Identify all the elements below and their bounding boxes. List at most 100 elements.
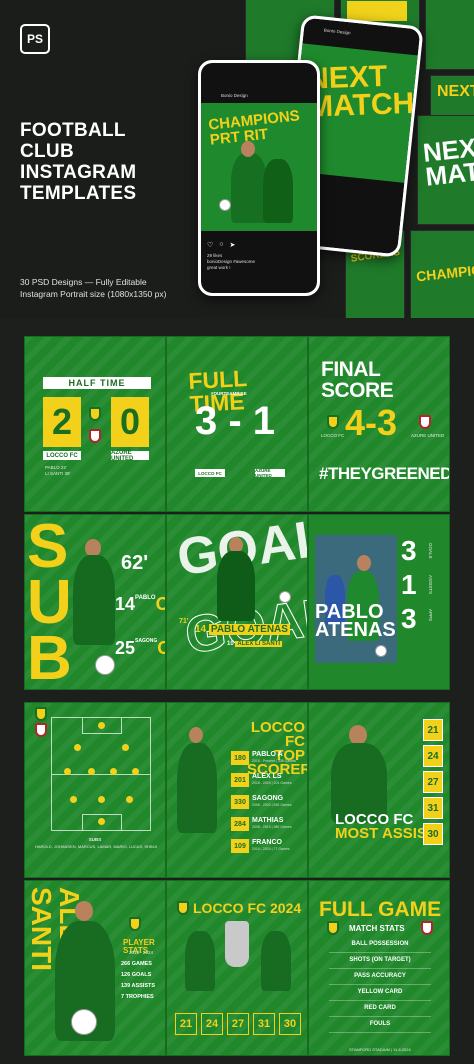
scorer-row: 330 SAGONG 2008 - 2020 | 530 Games — [231, 795, 307, 813]
crest-icon — [177, 901, 189, 915]
scorer-goals: 109 — [231, 839, 249, 853]
scorer-row: 284 MATHIAS 2008 - 2019 | 380 Games — [231, 817, 307, 835]
hero-banner: NEXT NEXTMATCH TOP SCORERS CHAMPIONS PS … — [0, 0, 474, 318]
trophy-icon — [225, 921, 249, 967]
player-stat-row: 126 GOALS — [121, 972, 152, 978]
scorer-sub: 2018 - Present | 338 Games — [252, 759, 296, 763]
card-substitution[interactable]: SUBS 62' 14PABLOON 25SAGONGOFF — [24, 514, 166, 690]
score: 4-3 — [345, 402, 398, 443]
bg-title-next-match: NEXT MATCH — [421, 130, 474, 192]
card-season[interactable]: LOCCO FC 2024 21 24 27 31 30 — [166, 880, 308, 1056]
scorer-row: 201 ALEX LS 2018 - 2024 | 201 Games — [231, 773, 307, 791]
card-goal[interactable]: GOAL GOAL 71' 14 PABLO ATENAS 10 ALEX LI… — [166, 514, 308, 690]
away-team: AZURE UNITED — [255, 468, 285, 478]
home-team: LOCCO FC — [195, 469, 225, 477]
home-crest-icon — [35, 707, 47, 721]
player-name: PABLO ATENAS — [315, 601, 396, 641]
title-line: INSTAGRAM — [20, 162, 137, 183]
away-crest-icon — [35, 723, 47, 737]
most-assist-title: LOCCO FC MOST ASSIST — [335, 811, 437, 842]
card-half-time[interactable]: HALF TIME 2 0 LOCCO FC AZURE UNITED PABL… — [24, 336, 166, 512]
match-stat-row: YELLOW CARD — [329, 989, 431, 1001]
player-stat-row: 266 GAMES — [121, 961, 152, 967]
match-stat-row: PASS ACCURACY — [329, 973, 431, 985]
season-number: 31 — [253, 1013, 275, 1035]
card-lineup[interactable]: SUBS HAROLD, JOHANSEN, MARCUS, LAMAR, MA… — [24, 702, 166, 878]
scorer-goals: 330 — [231, 795, 249, 809]
assist-number: 24 — [423, 745, 443, 767]
away-team: AZURE UNITED — [111, 450, 149, 462]
match-stat-row: FOULS — [329, 1021, 431, 1033]
home-score: 2 — [43, 397, 81, 447]
scorer-name: ALEX LS — [252, 773, 282, 780]
away-crest-icon — [421, 921, 433, 935]
card-final-score[interactable]: FINAL SCORE 4-3 LOCCO FC AZURE UNITED #T… — [308, 336, 450, 512]
scorer-row: 180 PABLO A 2018 - Present | 338 Games — [231, 751, 307, 769]
comment-icon[interactable]: ○ — [219, 241, 223, 249]
season-title: LOCCO FC 2024 — [193, 900, 302, 916]
scorer-sub: 2008 - 2020 | 530 Games — [252, 803, 292, 807]
card-top-scorers[interactable]: LOCCO FCTOP SCORERS 180PABLO A2018 - Pre… — [166, 702, 308, 878]
assist-number: 21 — [423, 719, 443, 741]
home-team: LOCCO FC — [43, 451, 81, 460]
sub-minute: 62' — [121, 552, 149, 574]
title-line: CLUB — [20, 141, 74, 162]
assist-number: 27 — [423, 771, 443, 793]
goal-scorer: 14 PABLO ATENAS — [195, 624, 290, 635]
goal-minute: 71' — [179, 618, 189, 625]
pitch-diagram — [51, 717, 151, 831]
subs-names: HAROLD, JOHANSEN, MARCUS, LAMAR, MARIO, … — [34, 844, 158, 849]
subs-big-text: SUBS — [27, 514, 72, 690]
scorer-goals: 201 — [231, 773, 249, 787]
home-crest-icon — [327, 415, 339, 429]
card-most-assist[interactable]: LOCCO FC MOST ASSIST 21 24 27 31 30 — [308, 702, 450, 878]
match-stat-row: SHOTS (ON TARGET) — [329, 957, 431, 969]
scorer-sub: 2018 - 2024 | 201 Games — [252, 781, 292, 785]
season-number: 21 — [175, 1013, 197, 1035]
card-full-game[interactable]: FULL GAME MATCH STATS BALL POSSESSION SHO… — [308, 880, 450, 1056]
goals-count: 3 — [401, 535, 417, 566]
apps-count: 3 — [401, 603, 417, 634]
hashtag: #THEYGREENED — [319, 464, 450, 483]
match-stat-row: BALL POSSESSION — [329, 941, 431, 953]
away-score: 0 — [111, 397, 149, 447]
match-stat-row: RED CARD — [329, 1005, 431, 1017]
card-full-time[interactable]: FULL TIME #OURTEAMRISE 3 - 1 LOCCO FC AZ… — [166, 336, 308, 512]
away-crest-icon — [89, 429, 101, 443]
scorer-row: 109 FRANCO 2010 - 2024 | 77 Games — [231, 839, 307, 857]
scorer-goals: 180 — [231, 751, 249, 765]
photoshop-logo-icon: PS — [20, 24, 50, 54]
phone2-title: NEXT MATCH — [306, 59, 415, 124]
half-time-label: HALF TIME — [43, 377, 151, 389]
post-actions: ♡ ○ ➤ — [207, 241, 235, 249]
player-stat-row: 139 ASSISTS — [121, 983, 156, 989]
card-player-match-stats[interactable]: PABLO ATENAS 3 1 3 GOALS ASSISTS APPS — [308, 514, 450, 690]
home-crest-icon — [327, 921, 339, 935]
bg-title-next: NEXT — [437, 83, 474, 100]
phone-mockup-front: Bonio Design CHAMPIONS PRT RIT ♡ ○ ➤ 29 l… — [198, 60, 320, 296]
season-number: 27 — [227, 1013, 249, 1035]
hashtag: #OURTEAMRISE — [211, 391, 247, 396]
share-icon[interactable]: ➤ — [230, 241, 236, 249]
assists-count: 1 — [401, 569, 417, 600]
title-line: FOOTBALL — [20, 120, 126, 141]
player-stat-row: 7 TROPHIES — [121, 994, 154, 1000]
heart-icon[interactable]: ♡ — [207, 241, 213, 249]
player-photo — [315, 535, 397, 663]
scorer-sub: 2008 - 2019 | 380 Games — [252, 825, 292, 829]
sub-out: 25SAGONGOFF — [115, 638, 165, 658]
scorer-name: SAGONG — [252, 795, 284, 802]
venue-footer: STAMFORD STADIUM | 11.6.2024 — [349, 1047, 411, 1052]
scorer-name: MATHIAS — [252, 817, 284, 824]
scorers: PABLO 22' LI SANTI 39' — [45, 465, 71, 476]
hero-description: 30 PSD Designs — Fully Editable Instagra… — [20, 277, 167, 299]
subs-label: SUBS — [88, 837, 102, 842]
home-team: LOCCO FC — [321, 433, 345, 438]
sub-in: 14PABLOON — [115, 594, 165, 614]
home-crest-icon — [89, 407, 101, 421]
phone1-title: CHAMPIONS PRT RIT — [207, 107, 301, 149]
bg-title-champions: CHAMPIONS — [415, 259, 474, 285]
away-team: AZURE UNITED — [411, 433, 445, 438]
card-player-stats[interactable]: ALEX LI SANTI PLAYER STATS 2018 - 2024 2… — [24, 880, 166, 1056]
hero-title: FOOTBALL CLUB INSTAGRAM TEMPLATES — [20, 120, 136, 204]
